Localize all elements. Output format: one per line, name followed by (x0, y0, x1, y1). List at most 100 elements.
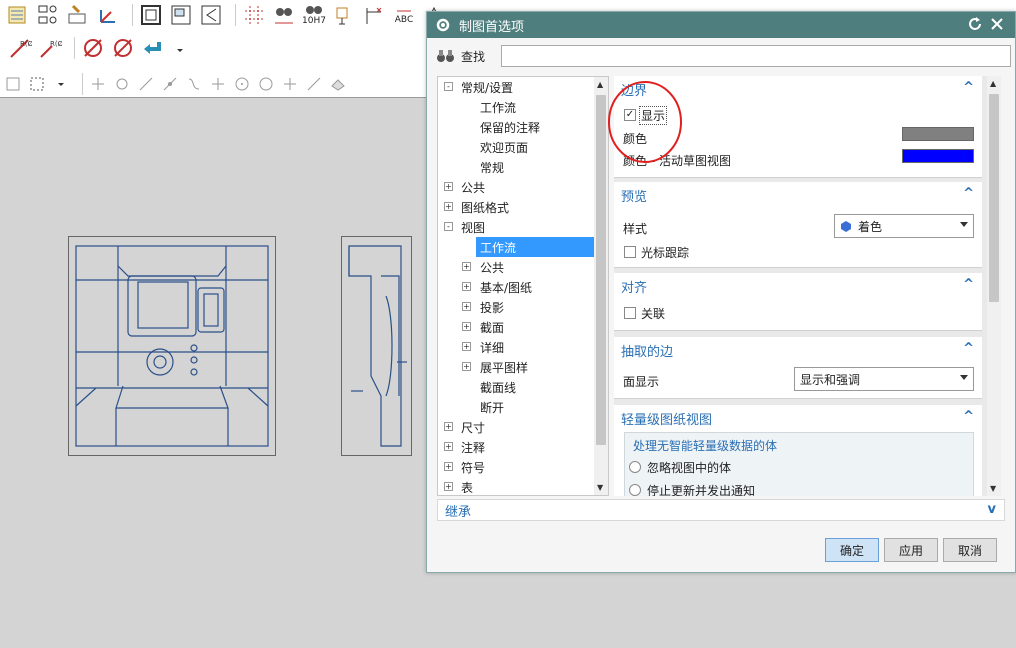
ordinate-icon[interactable] (362, 3, 386, 27)
snap-line-icon[interactable] (137, 75, 155, 93)
scroll-up-icon[interactable]: ▲ (597, 80, 603, 89)
radius-dimension-icon[interactable]: R(Ø) (8, 36, 32, 60)
snap-point-icon[interactable] (89, 75, 107, 93)
expand-icon[interactable]: + (444, 462, 453, 471)
inherit-section[interactable]: 继承 v (437, 499, 1005, 521)
expand-icon[interactable]: + (462, 262, 471, 271)
tree-item[interactable]: + 表 (438, 477, 596, 495)
snap-tangent-icon[interactable] (161, 75, 179, 93)
close-icon[interactable] (989, 16, 1005, 35)
abc-note-icon[interactable] (66, 3, 90, 27)
scroll-up-icon[interactable]: ▲ (990, 79, 996, 88)
expand-icon[interactable]: + (444, 482, 453, 491)
scroll-down-icon[interactable]: ▼ (990, 484, 996, 493)
text-note-icon[interactable]: ABC (392, 3, 416, 27)
select-dropdown-icon[interactable] (52, 75, 70, 93)
tree-item[interactable]: 保留的注释 (476, 117, 594, 137)
tree-item[interactable]: 常规 (476, 157, 594, 177)
tree-item[interactable]: + 展平图样 (462, 357, 594, 377)
tree-scrollbar[interactable]: ▲ ▼ (594, 77, 608, 495)
panel-scrollbar[interactable]: ▲ ▼ (987, 76, 1001, 496)
layer-icon[interactable] (4, 75, 22, 93)
tree-item[interactable]: 工作流 (476, 97, 594, 117)
base-view-icon[interactable] (169, 3, 193, 27)
snap-center-icon[interactable] (233, 75, 251, 93)
snap-curve-icon[interactable] (185, 75, 203, 93)
tree-item[interactable]: + 符号 (438, 457, 596, 477)
select-box-icon[interactable] (28, 75, 46, 93)
tree-item[interactable]: + 截面 (462, 317, 594, 337)
ok-button[interactable]: 确定 (825, 538, 879, 562)
stop-update-radio[interactable] (629, 484, 641, 496)
return-arrow-icon[interactable] (141, 36, 165, 60)
tolerance-icon[interactable]: 10H7 (302, 3, 326, 27)
collapse-icon[interactable]: ^ (963, 186, 974, 201)
expand-icon[interactable]: + (462, 302, 471, 311)
snap-edge-icon[interactable] (305, 75, 323, 93)
view-frame-icon[interactable] (139, 3, 163, 27)
snap-midpoint-icon[interactable] (113, 75, 131, 93)
diameter-icon[interactable] (81, 36, 105, 60)
parts-list-icon[interactable] (36, 3, 60, 27)
style-select[interactable]: 着色 (834, 214, 974, 238)
cancel-button[interactable]: 取消 (943, 538, 997, 562)
tree-item[interactable]: - 视图 (438, 217, 596, 237)
diameter-2-icon[interactable] (111, 36, 135, 60)
tree-item[interactable]: 截面线 (476, 377, 594, 397)
grid-snap-icon[interactable] (242, 3, 266, 27)
border-color-swatch[interactable] (902, 127, 974, 141)
reset-icon[interactable] (967, 16, 983, 35)
side-view[interactable] (341, 236, 412, 456)
tree-scroll-thumb[interactable] (596, 95, 606, 445)
dimension-icon[interactable] (272, 3, 296, 27)
group-title: 预览 (621, 190, 648, 205)
apply-button[interactable]: 应用 (884, 538, 938, 562)
active-color-swatch[interactable] (902, 149, 974, 163)
collapse-icon[interactable]: - (444, 222, 453, 231)
expand-icon[interactable]: + (444, 182, 453, 191)
collapse-icon[interactable]: - (444, 82, 453, 91)
tree-item[interactable]: + 图纸格式 (438, 197, 596, 217)
panel-scroll-thumb[interactable] (989, 94, 999, 302)
expand-icon[interactable]: + (444, 422, 453, 431)
dropdown-arrow-icon[interactable] (171, 39, 189, 57)
table-icon[interactable] (6, 3, 30, 27)
expand-icon[interactable]: + (444, 442, 453, 451)
expand-icon[interactable]: + (462, 342, 471, 351)
snap-quadrant-icon[interactable] (257, 75, 275, 93)
tree-item[interactable]: + 基本/图纸 (462, 277, 594, 297)
tree-item[interactable]: + 公共 (462, 257, 594, 277)
tree-item[interactable]: + 投影 (462, 297, 594, 317)
radius-dimension-2-icon[interactable]: R(Ø) (38, 36, 62, 60)
ignore-bodies-radio[interactable] (629, 461, 641, 473)
collapse-icon[interactable]: ^ (963, 80, 974, 95)
tree-item[interactable]: 工作流 (476, 237, 594, 257)
tree-item[interactable]: + 尺寸 (438, 417, 596, 437)
snap-perpendicular-icon[interactable] (209, 75, 227, 93)
tree-item[interactable]: + 公共 (438, 177, 596, 197)
cursor-track-checkbox[interactable] (624, 246, 636, 258)
datum-icon[interactable] (332, 3, 356, 27)
tree-item[interactable]: + 详细 (462, 337, 594, 357)
find-input[interactable] (501, 45, 1011, 67)
expand-icon[interactable]: v (988, 502, 996, 517)
collapse-icon[interactable]: ^ (963, 341, 974, 356)
associative-checkbox[interactable] (624, 307, 636, 319)
tree-item[interactable]: + 注释 (438, 437, 596, 457)
snap-intersection-icon[interactable] (281, 75, 299, 93)
collapse-icon[interactable]: ^ (963, 277, 974, 292)
collapse-icon[interactable]: ^ (963, 409, 974, 424)
tree-item[interactable]: - 常规/设置 (438, 77, 596, 97)
expand-icon[interactable]: + (462, 322, 471, 331)
face-display-select[interactable]: 显示和强调 (794, 367, 974, 391)
expand-icon[interactable]: + (462, 282, 471, 291)
tree-item[interactable]: 欢迎页面 (476, 137, 594, 157)
coordinate-system-icon[interactable] (96, 3, 120, 27)
expand-icon[interactable]: + (462, 362, 471, 371)
expand-icon[interactable]: + (444, 202, 453, 211)
break-view-icon[interactable] (199, 3, 223, 27)
front-view[interactable] (68, 236, 276, 456)
snap-face-icon[interactable] (329, 75, 347, 93)
scroll-down-icon[interactable]: ▼ (597, 483, 603, 492)
tree-item[interactable]: 断开 (476, 397, 594, 417)
